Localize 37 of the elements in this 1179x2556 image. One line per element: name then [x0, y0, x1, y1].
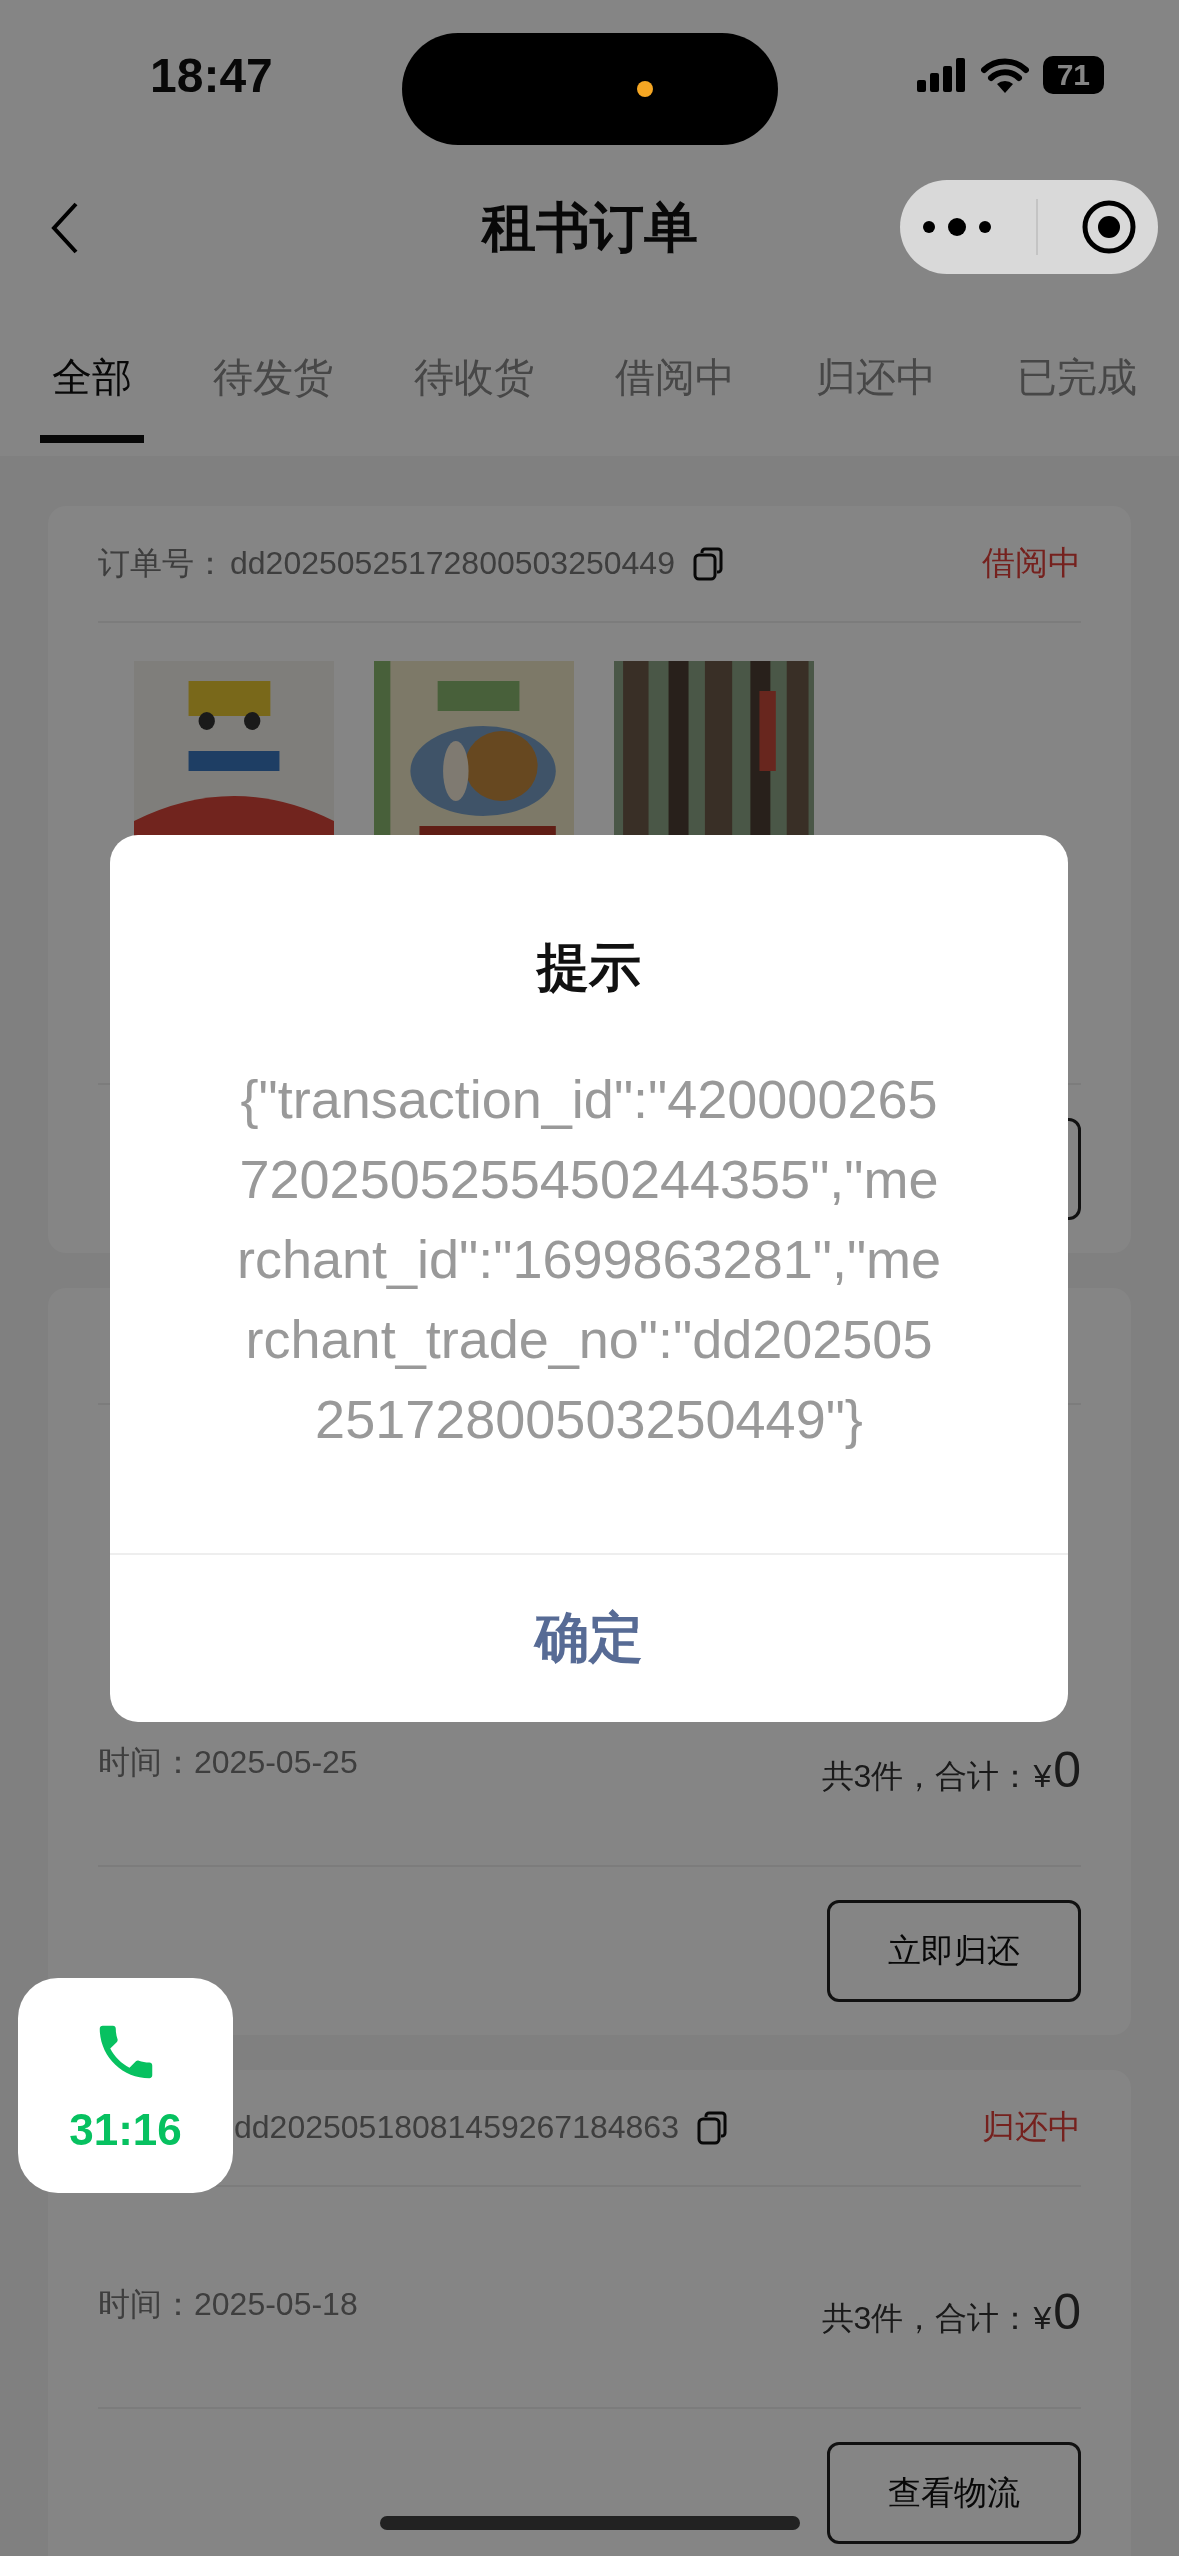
call-widget[interactable]: 31:16 — [18, 1978, 233, 2193]
more-icon[interactable] — [921, 217, 994, 237]
order-number: dd20250518081459267184863 — [234, 2109, 679, 2146]
signal-icon — [916, 58, 967, 92]
wifi-icon — [980, 57, 1029, 93]
page-title: 租书订单 — [481, 195, 698, 259]
order-tab[interactable]: 待收货 — [402, 319, 546, 443]
order-number: dd20250525172800503250449 — [230, 545, 675, 582]
currency-symbol: ¥ — [1033, 1758, 1052, 1795]
battery-indicator: 71 — [1042, 56, 1104, 94]
order-date: 时间：2025-05-18 — [98, 2285, 358, 2324]
back-icon[interactable] — [50, 200, 80, 256]
order-tab[interactable]: 借阅中 — [603, 319, 747, 443]
order-amount: 0 — [1053, 2283, 1081, 2341]
dialog-message: {"transaction_id":"4200002657202505255450244355","merchant_id":"1699863281","merchant_trade_no":"dd20250525172800503250449"} — [235, 1068, 943, 1451]
call-duration: 31:16 — [69, 2104, 182, 2155]
order-summary: 共3件，合计： — [821, 2299, 1032, 2338]
order-number-label: 订单号： — [98, 543, 226, 583]
dialog-title: 提示 — [537, 937, 641, 998]
status-time: 18:47 — [150, 47, 273, 103]
order-tab[interactable]: 待发货 — [201, 319, 345, 443]
order-amount: 0 — [1053, 1741, 1081, 1799]
order-tab[interactable]: 已完成 — [1005, 319, 1149, 443]
order-tab[interactable]: 全部 — [40, 319, 144, 443]
order-tab[interactable]: 归还中 — [804, 319, 948, 443]
order-action-button[interactable]: 查看物流 — [827, 2442, 1081, 2544]
order-status: 归还中 — [982, 2107, 1081, 2147]
close-icon[interactable] — [1080, 199, 1137, 255]
copy-icon[interactable] — [696, 2110, 727, 2145]
currency-symbol: ¥ — [1033, 2300, 1052, 2337]
copy-icon[interactable] — [692, 546, 723, 581]
order-action-button[interactable]: 立即归还 — [827, 1900, 1081, 2002]
order-date: 时间：2025-05-25 — [98, 1743, 358, 1782]
order-status: 借阅中 — [982, 543, 1081, 583]
indicator-dot — [637, 81, 653, 97]
confirm-button[interactable]: 确定 — [110, 1553, 1068, 1722]
order-summary: 共3件，合计： — [821, 1757, 1032, 1796]
